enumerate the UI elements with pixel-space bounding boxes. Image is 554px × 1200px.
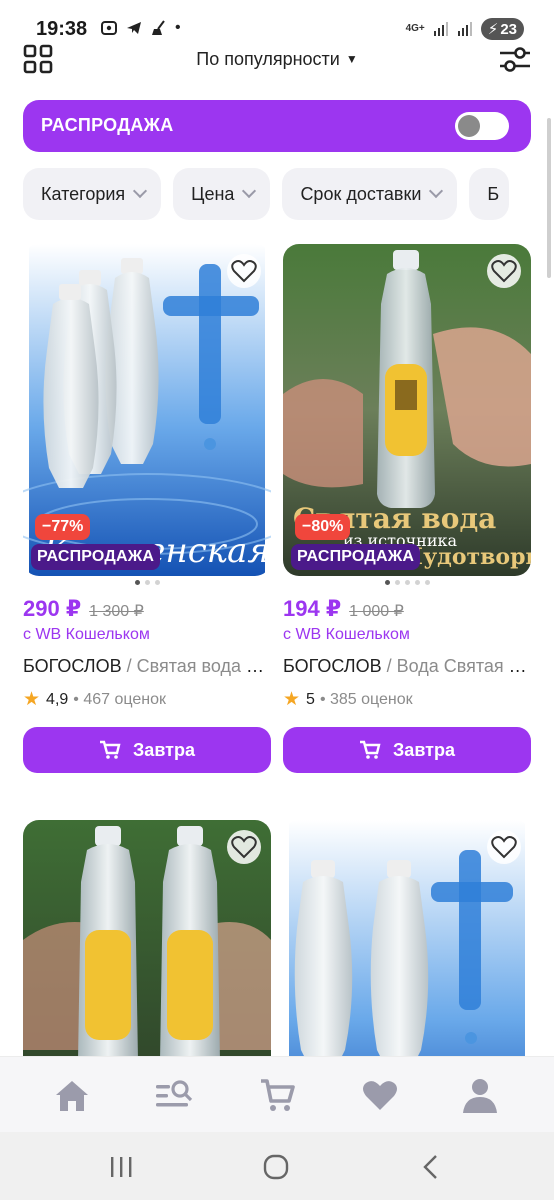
star-icon: ★ bbox=[283, 689, 301, 710]
chip-label: Цена bbox=[191, 183, 235, 204]
nav-catalog[interactable] bbox=[154, 1075, 194, 1115]
cart-icon bbox=[360, 740, 381, 759]
product-card[interactable] bbox=[23, 820, 271, 1056]
network-type: 4G+ bbox=[405, 23, 425, 34]
chevron-down-icon bbox=[429, 183, 444, 199]
wallet-note: с WB Кошельком bbox=[23, 626, 150, 643]
chip-label: Б bbox=[487, 183, 500, 204]
discount-badge: −77% bbox=[35, 514, 91, 540]
nav-profile[interactable] bbox=[460, 1075, 500, 1115]
cart-icon bbox=[261, 1079, 295, 1111]
home-icon bbox=[56, 1081, 88, 1111]
heart-icon[interactable] bbox=[487, 830, 521, 864]
chevron-down-icon bbox=[133, 183, 148, 199]
product-photo[interactable] bbox=[283, 820, 531, 1056]
recent-apps-icon bbox=[111, 1157, 132, 1177]
sale-badge: РАСПРОДАЖА bbox=[291, 544, 421, 570]
add-to-cart-button[interactable]: Завтра bbox=[23, 727, 271, 773]
bottom-navigation bbox=[0, 1056, 554, 1132]
sliders-icon bbox=[500, 47, 530, 72]
brand-name: БОГОСЛОВ bbox=[283, 656, 382, 676]
photo-pager bbox=[283, 580, 531, 585]
nav-cart[interactable] bbox=[258, 1075, 298, 1115]
cart-icon bbox=[100, 740, 121, 759]
product-photo[interactable] bbox=[23, 820, 271, 1056]
current-price: 194 ₽ bbox=[283, 596, 342, 621]
old-price: 1 000 ₽ bbox=[349, 603, 404, 620]
product-photo[interactable]: Крещенская Вода −77% РАСПРОДАЖА bbox=[23, 244, 271, 576]
product-title[interactable]: БОГОСЛОВ / Вода Святая из источника bbox=[283, 656, 531, 677]
sale-filter-label: РАСПРОДАЖА bbox=[41, 115, 174, 135]
scrollbar[interactable] bbox=[547, 118, 551, 278]
product-card[interactable] bbox=[283, 820, 531, 1056]
photo-pager bbox=[23, 580, 271, 585]
sale-badge: РАСПРОДАЖА bbox=[31, 544, 161, 570]
sale-toggle-switch[interactable] bbox=[455, 112, 509, 140]
nav-favorites[interactable] bbox=[360, 1075, 400, 1115]
price-block: 194 ₽ 1 000 ₽ bbox=[283, 596, 404, 622]
chevron-down-icon bbox=[242, 183, 257, 199]
rating-score: 5 bbox=[306, 690, 315, 708]
filter-chips: Категория Цена Срок доставки Б bbox=[23, 168, 510, 220]
brand-name: БОГОСЛОВ bbox=[23, 656, 122, 676]
status-bar: 19:38 • 4G+ ⚡ 23 bbox=[0, 0, 554, 44]
charging-icon: ⚡ bbox=[487, 21, 499, 38]
filter-chip-price[interactable]: Цена bbox=[173, 168, 271, 220]
rating-score: 4,9 bbox=[46, 690, 69, 708]
home-circle-icon bbox=[263, 1154, 289, 1180]
photo-caption-3: Чудотворца bbox=[403, 544, 531, 570]
old-price: 1 300 ₽ bbox=[89, 603, 144, 620]
sale-filter-bar[interactable]: РАСПРОДАЖА bbox=[23, 100, 531, 152]
chip-label: Срок доставки bbox=[300, 183, 422, 204]
product-name: / Святая вода Крещенская bbox=[126, 656, 271, 676]
heart-icon[interactable] bbox=[227, 254, 261, 288]
battery-level: 23 bbox=[500, 20, 517, 38]
toggle-knob bbox=[458, 115, 480, 137]
rating: ★ 5 • 385 оценок bbox=[283, 688, 413, 711]
delivery-label: Завтра bbox=[133, 739, 195, 760]
chip-label: Категория bbox=[41, 183, 126, 204]
heart-icon[interactable] bbox=[487, 254, 521, 288]
filter-chip-delivery[interactable]: Срок доставки bbox=[282, 168, 458, 220]
delivery-label: Завтра bbox=[393, 739, 455, 760]
filter-chip-brand[interactable]: Б bbox=[469, 168, 510, 220]
favorites-icon bbox=[363, 1081, 397, 1110]
signal-icon bbox=[433, 22, 448, 36]
telegram-icon bbox=[127, 22, 141, 34]
system-navigation-bar bbox=[0, 1132, 554, 1200]
product-name: / Вода Святая из источника bbox=[386, 656, 531, 676]
caret-down-icon: ▼ bbox=[345, 52, 358, 66]
screenshot-icon bbox=[101, 21, 117, 35]
discount-badge: −80% bbox=[295, 514, 351, 540]
reviews-count: • 385 оценок bbox=[319, 690, 413, 708]
signal-icon-2 bbox=[457, 22, 472, 36]
product-photo[interactable]: Святая вода из источника Чудотворца −80%… bbox=[283, 244, 531, 576]
notification-icons: • bbox=[100, 19, 181, 37]
add-to-cart-button[interactable]: Завтра bbox=[283, 727, 531, 773]
catalog-search-icon bbox=[156, 1080, 193, 1107]
battery-indicator: ⚡ 23 bbox=[480, 18, 524, 40]
home-button[interactable] bbox=[261, 1152, 291, 1182]
heart-icon[interactable] bbox=[227, 830, 261, 864]
sort-dropdown[interactable]: По популярности ▼ bbox=[0, 49, 554, 70]
profile-icon bbox=[463, 1079, 497, 1113]
back-icon bbox=[423, 1155, 437, 1179]
status-time: 19:38 bbox=[36, 18, 88, 40]
recent-apps-button[interactable] bbox=[106, 1152, 136, 1182]
wallet-note: с WB Кошельком bbox=[283, 626, 410, 643]
filter-settings-button[interactable] bbox=[498, 44, 532, 74]
filter-chip-category[interactable]: Категория bbox=[23, 168, 162, 220]
sort-label: По популярности bbox=[196, 49, 340, 69]
star-icon: ★ bbox=[23, 689, 41, 710]
current-price: 290 ₽ bbox=[23, 596, 82, 621]
dot-icon: • bbox=[175, 19, 181, 36]
system-status-icons: 4G+ ⚡ 23 bbox=[406, 18, 524, 40]
product-title[interactable]: БОГОСЛОВ / Святая вода Крещенская bbox=[23, 656, 271, 677]
broom-icon bbox=[152, 20, 165, 35]
back-button[interactable] bbox=[416, 1152, 446, 1182]
nav-home[interactable] bbox=[52, 1075, 92, 1115]
price-block: 290 ₽ 1 300 ₽ bbox=[23, 596, 144, 622]
reviews-count: • 467 оценок bbox=[73, 690, 166, 708]
rating: ★ 4,9 • 467 оценок bbox=[23, 688, 166, 711]
